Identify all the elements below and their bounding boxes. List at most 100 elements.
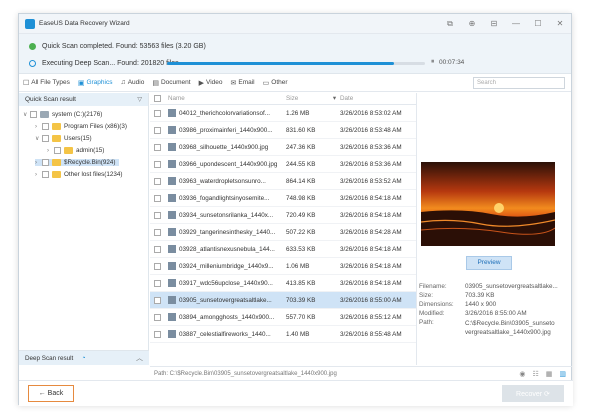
row-checkbox-cell (150, 143, 168, 151)
select-all-checkbox[interactable] (154, 95, 161, 102)
tab-all-file-types[interactable]: ☐ All File Types (23, 79, 70, 87)
maximize-icon[interactable]: ☐ (527, 19, 549, 28)
column-name[interactable]: Name (168, 95, 286, 102)
list-view-icon[interactable]: ☷ (532, 370, 538, 378)
table-row[interactable]: 03986_proximainferi_1440x900... 831.60 KB… (150, 122, 416, 139)
row-checkbox[interactable] (154, 126, 161, 134)
search-input[interactable]: Search (473, 76, 565, 89)
expand-icon[interactable]: › (35, 160, 42, 166)
image-file-icon (168, 109, 176, 117)
row-checkbox[interactable] (154, 296, 161, 304)
eye-icon[interactable]: ◉ (519, 370, 525, 378)
tree-item-users[interactable]: ∨ Users(15) (35, 135, 92, 142)
row-checkbox[interactable] (154, 177, 161, 185)
preview-view-icon[interactable]: ▥ (559, 370, 566, 378)
file-size: 413.85 KB (286, 279, 316, 287)
tree-item-system[interactable]: ∨ system (C:)(2176) (23, 111, 102, 118)
file-date: 3/26/2016 8:54:28 AM (340, 228, 402, 236)
row-checkbox[interactable] (154, 160, 161, 168)
table-row[interactable]: 03894_amongghosts_1440x900... 557.70 KB 3/… (150, 309, 416, 326)
expand-icon[interactable]: ∨ (35, 135, 42, 142)
tab-audio[interactable]: ♫ Audio (120, 79, 144, 86)
row-checkbox[interactable] (154, 262, 161, 270)
preview-button[interactable]: Preview (466, 256, 512, 270)
file-name: 03928_atlantisnexusnebula_144... (179, 245, 275, 253)
expand-icon[interactable]: › (35, 124, 42, 130)
table-row[interactable]: 03924_milleniumbridge_1440x9... 1.06 MB 3/… (150, 258, 416, 275)
file-name: 03968_silhouette_1440x900.jpg (179, 143, 269, 151)
add-icon[interactable]: ⊕ (461, 19, 483, 28)
row-checkbox[interactable] (154, 143, 161, 151)
table-row[interactable]: 03966_upondescent_1440x900.jpg 244.55 KB 3… (150, 156, 416, 173)
checkbox[interactable] (42, 123, 49, 130)
tab-label: All File Types (31, 79, 70, 86)
tree-item-other-lost-files[interactable]: › Other lost files(1234) (35, 171, 122, 178)
chevron-down-icon[interactable]: ▽ (137, 96, 142, 103)
expand-icon[interactable]: › (35, 172, 42, 178)
file-rows: 04012_therichcolorvariationsof... 1.26 MB… (150, 105, 416, 343)
deep-scan-result-header[interactable]: Deep Scan result ◔ ︿ (19, 350, 149, 365)
tab-email[interactable]: ✉ Email (231, 79, 255, 87)
image-file-icon (168, 211, 176, 219)
table-row[interactable]: 03936_fogandlightsinyosemite... 748.98 KB… (150, 190, 416, 207)
expand-icon[interactable]: › (47, 148, 54, 154)
chevron-up-icon[interactable]: ︿ (136, 353, 143, 363)
row-checkbox[interactable] (154, 194, 161, 202)
close-icon[interactable]: ✕ (549, 19, 571, 28)
table-row[interactable]: 03929_tangerinesinthesky_1440... 507.22 K… (150, 224, 416, 241)
row-checkbox[interactable] (154, 228, 161, 236)
file-name-cell: 03928_atlantisnexusnebula_144... (168, 245, 286, 253)
back-button[interactable]: ← Back (28, 385, 74, 402)
view-mode-icons: ◉ ☷ ▦ ▥ (512, 370, 566, 378)
title-bar: EaseUS Data Recovery Wizard ⧉ ⊕ ⊟ — ☐ ✕ (19, 14, 571, 34)
tree-item-program-files[interactable]: › Program Files (x86)(3) (35, 123, 127, 130)
footer-bar: ← Back Recover ⟳ (19, 380, 573, 406)
restore-layout-icon[interactable]: ⧉ (439, 19, 461, 29)
checkbox[interactable] (42, 171, 49, 178)
tree-label: Program Files (x86)(3) (64, 123, 127, 130)
row-checkbox[interactable] (154, 330, 161, 338)
file-name: 03894_amongghosts_1440x900... (179, 313, 275, 321)
tab-other[interactable]: ▭ Other (263, 79, 288, 87)
table-row[interactable]: 03963_waterdropletsonsunro... 864.14 KB 3/… (150, 173, 416, 190)
table-row[interactable]: 04012_therichcolorvariationsof... 1.26 MB… (150, 105, 416, 122)
loading-icon: ◔ (81, 354, 86, 362)
row-checkbox[interactable] (154, 211, 161, 219)
quick-scan-result-header[interactable]: Quick Scan result ▽ (19, 93, 148, 106)
tab-video[interactable]: ▶ Video (199, 79, 223, 87)
checkbox[interactable] (30, 111, 37, 118)
tab-document[interactable]: ▤ Document (152, 79, 190, 87)
row-checkbox[interactable] (154, 313, 161, 321)
table-row[interactable]: 03905_sunsetovergreatsaltlake... 703.39 K… (150, 292, 416, 309)
checkbox[interactable] (42, 135, 49, 142)
file-name-cell: 03929_tangerinesinthesky_1440... (168, 228, 286, 236)
file-name-cell: 03905_sunsetovergreatsaltlake... (168, 296, 286, 304)
file-date: 3/26/2016 8:54:18 AM (340, 262, 402, 270)
row-checkbox[interactable] (154, 245, 161, 253)
tree-item-admin[interactable]: › admin(15) (47, 147, 104, 154)
row-checkbox[interactable] (154, 109, 161, 117)
table-row[interactable]: 03887_celestialfireworks_1440... 1.40 MB 3… (150, 326, 416, 343)
pause-icon[interactable]: ⏸ (431, 58, 434, 66)
table-row[interactable]: 03928_atlantisnexusnebula_144... 633.53 K… (150, 241, 416, 258)
column-size[interactable]: Size ▾ (286, 95, 340, 102)
row-checkbox[interactable] (154, 279, 161, 287)
table-row[interactable]: 03917_wdc56upclose_1440x90... 413.85 KB 3/… (150, 275, 416, 292)
recover-button[interactable]: Recover ⟳ (502, 385, 564, 402)
tab-graphics[interactable]: ▣ Graphics (78, 79, 113, 87)
file-size: 720.49 KB (286, 211, 316, 219)
checkbox[interactable] (42, 159, 49, 166)
file-name-cell: 03934_sunsetonsrilanka_1440x... (168, 211, 286, 219)
file-size: 1.06 MB (286, 262, 310, 270)
file-name: 03963_waterdropletsonsunro... (179, 177, 266, 185)
file-name: 04012_therichcolorvariationsof... (179, 109, 271, 117)
column-date[interactable]: Date (340, 95, 416, 102)
tree-item-recycle-bin[interactable]: › $Recycle.Bin(924) (35, 159, 120, 166)
checkbox[interactable] (54, 147, 61, 154)
minimize-icon[interactable]: — (505, 19, 527, 28)
grid-view-icon[interactable]: ▦ (546, 370, 553, 378)
menu-icon[interactable]: ⊟ (483, 19, 505, 28)
table-row[interactable]: 03968_silhouette_1440x900.jpg 247.36 KB 3/… (150, 139, 416, 156)
expand-icon[interactable]: ∨ (23, 111, 30, 118)
table-row[interactable]: 03934_sunsetonsrilanka_1440x... 720.49 KB… (150, 207, 416, 224)
